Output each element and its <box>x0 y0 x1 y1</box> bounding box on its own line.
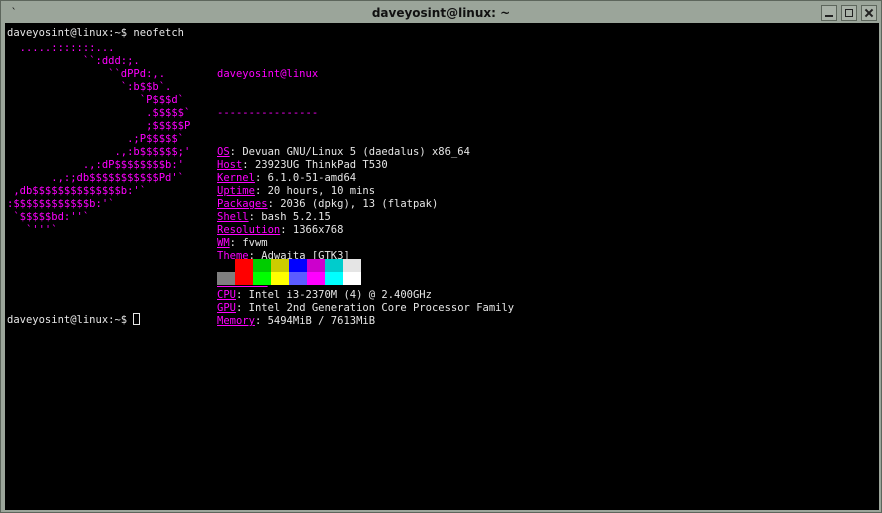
info-value: 1366x768 <box>292 224 344 236</box>
info-row-memory: Memory: 5494MiB / 7613MiB <box>217 315 376 327</box>
info-value: 6.1.0-51-amd64 <box>267 172 357 184</box>
color-palette <box>217 259 361 285</box>
color-swatch <box>253 259 271 272</box>
color-swatch <box>307 272 325 285</box>
color-swatch <box>289 272 307 285</box>
info-key: CPU <box>217 289 236 301</box>
info-value: 23923UG ThinkPad T530 <box>254 159 388 171</box>
info-row-kernel: Kernel: 6.1.0-51-amd64 <box>217 172 357 184</box>
prompt-text: daveyosint@linux:~$ <box>7 314 134 326</box>
color-swatch <box>307 259 325 272</box>
info-key: Kernel <box>217 172 255 184</box>
info-row-resolution: Resolution: 1366x768 <box>217 224 344 236</box>
info-value: Intel 2nd Generation Core Processor Fami… <box>248 302 515 314</box>
color-swatch <box>343 259 361 272</box>
info-value: 5494MiB / 7613MiB <box>267 315 376 327</box>
color-swatch <box>271 272 289 285</box>
info-key: Shell <box>217 211 249 223</box>
color-swatch <box>325 272 343 285</box>
system-info: daveyosint@linux ---------------- OS: De… <box>217 42 514 354</box>
info-value: bash 5.2.15 <box>261 211 331 223</box>
color-swatch <box>217 259 235 272</box>
info-header-separator: ---------------- <box>217 107 319 119</box>
color-swatch <box>271 259 289 272</box>
info-row-packages: Packages: 2036 (dpkg), 13 (flatpak) <box>217 198 439 210</box>
info-key: Resolution <box>217 224 281 236</box>
title-bar[interactable]: ` daveyosint@linux: ~ <box>5 4 877 22</box>
color-swatch <box>325 259 343 272</box>
info-value: Devuan GNU/Linux 5 (daedalus) x86_64 <box>242 146 470 158</box>
maximize-button[interactable] <box>841 5 857 21</box>
color-swatch <box>235 259 253 272</box>
window-title: daveyosint@linux: ~ <box>371 6 511 20</box>
color-swatch <box>343 272 361 285</box>
info-value: 20 hours, 10 mins <box>267 185 376 197</box>
info-row-gpu: GPU: Intel 2nd Generation Core Processor… <box>217 302 515 314</box>
info-row-wm: WM: fvwm <box>217 237 268 249</box>
info-row-uptime: Uptime: 20 hours, 10 mins <box>217 185 376 197</box>
color-swatch <box>235 272 253 285</box>
info-key: Packages <box>217 198 268 210</box>
info-header-user: daveyosint@linux <box>217 68 319 80</box>
prompt-line[interactable]: daveyosint@linux:~$ <box>7 313 141 327</box>
color-swatch <box>253 272 271 285</box>
info-row-shell: Shell: bash 5.2.15 <box>217 211 331 223</box>
text-cursor <box>133 313 141 325</box>
info-row-cpu: CPU: Intel i3-2370M (4) @ 2.400GHz <box>217 289 432 301</box>
info-value: fvwm <box>242 237 268 249</box>
info-row-host: Host: 23923UG ThinkPad T530 <box>217 159 388 171</box>
minimize-button[interactable] <box>821 5 837 21</box>
color-swatch <box>217 272 235 285</box>
info-key: WM <box>217 237 230 249</box>
info-key: Memory <box>217 315 255 327</box>
info-key: OS <box>217 146 230 158</box>
terminal-window: ` daveyosint@linux: ~ daveyosint@linux:~… <box>0 0 882 513</box>
command-line: daveyosint@linux:~$ neofetch <box>7 27 185 39</box>
info-key: Host <box>217 159 243 171</box>
info-key: Uptime <box>217 185 255 197</box>
terminal-area[interactable]: daveyosint@linux:~$ neofetch .....::::::… <box>5 23 879 510</box>
close-button[interactable] <box>861 5 877 21</box>
info-key: GPU <box>217 302 236 314</box>
color-swatch <box>289 259 307 272</box>
info-value: Intel i3-2370M (4) @ 2.400GHz <box>248 289 432 301</box>
info-row-os: OS: Devuan GNU/Linux 5 (daedalus) x86_64 <box>217 146 470 158</box>
info-value: 2036 (dpkg), 13 (flatpak) <box>280 198 439 210</box>
devuan-ascii-logo: .....:::::::... ``:ddd:;. ``dPPd:,. `:b$… <box>7 42 191 236</box>
